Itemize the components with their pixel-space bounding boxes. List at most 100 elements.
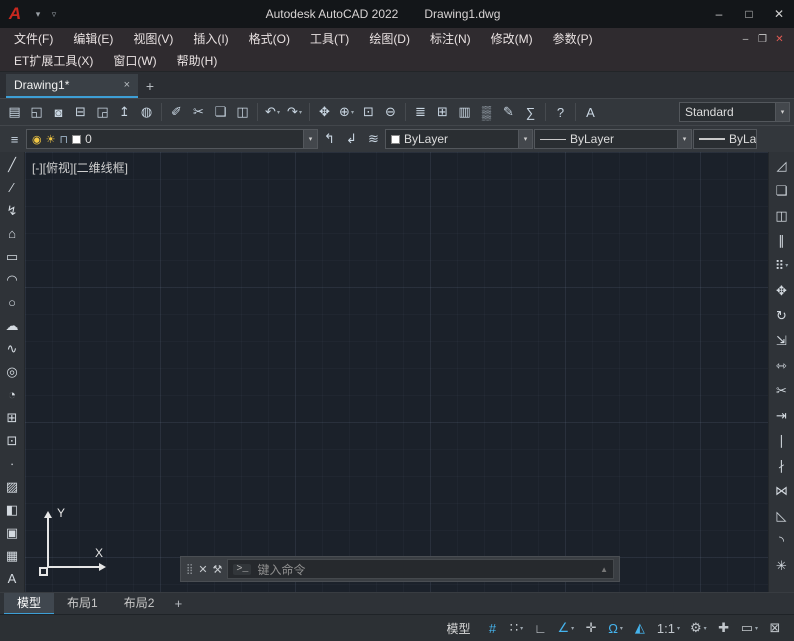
new-layout-button[interactable]: + bbox=[167, 596, 189, 611]
move-icon[interactable]: ✥ bbox=[771, 279, 792, 302]
plot-icon[interactable]: ⊟ bbox=[70, 102, 91, 123]
grid-icon[interactable]: # bbox=[482, 618, 504, 639]
zoom-previous-icon[interactable]: ⊖ bbox=[380, 102, 401, 123]
properties-palette-icon[interactable]: ≣ bbox=[410, 102, 431, 123]
designcenter-icon[interactable]: ⊞ bbox=[432, 102, 453, 123]
annotation-monitor-icon[interactable]: ✚ bbox=[713, 618, 735, 639]
multiline-text-icon[interactable]: A bbox=[2, 568, 23, 589]
text-style-combo[interactable]: Standard ▾ bbox=[679, 102, 790, 122]
line-icon[interactable]: ╱ bbox=[2, 154, 23, 175]
snap-mode-icon[interactable]: ∷▾ bbox=[506, 618, 528, 639]
polar-tracking-icon[interactable]: ∠▾ bbox=[554, 618, 579, 639]
chamfer-icon[interactable]: ◺ bbox=[771, 504, 792, 527]
insert-block-icon[interactable]: ⊞ bbox=[2, 407, 23, 428]
dropdown-caret-icon[interactable]: ▾ bbox=[785, 262, 788, 269]
markup-icon[interactable]: ✎ bbox=[498, 102, 519, 123]
zoom-window-icon[interactable]: ⊡ bbox=[358, 102, 379, 123]
dropdown-caret-icon[interactable]: ▾ bbox=[571, 625, 574, 632]
text-style-icon[interactable]: A bbox=[580, 102, 601, 123]
dropdown-caret-icon[interactable]: ▾ bbox=[620, 625, 623, 632]
pan-icon[interactable]: ✥ bbox=[314, 102, 335, 123]
make-block-icon[interactable]: ⊡ bbox=[2, 430, 23, 451]
doc-close-button[interactable]: ✕ bbox=[771, 34, 788, 45]
polygon-icon[interactable]: ⌂ bbox=[2, 223, 23, 244]
break-icon[interactable]: ∤ bbox=[771, 454, 792, 477]
join-icon[interactable]: ⋈ bbox=[771, 479, 792, 502]
tool-palettes-icon[interactable]: ▥ bbox=[454, 102, 475, 123]
zoom-realtime-icon[interactable]: ⊕▾ bbox=[336, 102, 357, 123]
autocad-logo-icon[interactable]: A bbox=[0, 0, 30, 28]
extend-icon[interactable]: ⇥ bbox=[771, 404, 792, 427]
fillet-icon[interactable]: ◝ bbox=[771, 529, 792, 552]
copy-object-icon[interactable]: ❏ bbox=[771, 179, 792, 202]
new-file-icon[interactable]: ▤ bbox=[4, 102, 25, 123]
dropdown-caret-icon[interactable]: ▾ bbox=[351, 109, 354, 116]
menu-tools[interactable]: 工具(T) bbox=[300, 28, 359, 50]
layer-previous-icon[interactable]: ↲ bbox=[341, 129, 362, 150]
maximize-button[interactable]: □ bbox=[734, 0, 764, 28]
explode-icon[interactable]: ✳ bbox=[771, 554, 792, 577]
trim-icon[interactable]: ✂ bbox=[771, 379, 792, 402]
dropdown-caret-icon[interactable]: ▾ bbox=[520, 625, 523, 632]
rotate-icon[interactable]: ↻ bbox=[771, 304, 792, 327]
doc-minimize-button[interactable]: – bbox=[737, 34, 754, 45]
command-history-arrow-icon[interactable]: ▲ bbox=[600, 565, 608, 574]
layer-dropdown-caret-icon[interactable]: ▾ bbox=[303, 130, 317, 148]
menu-help[interactable]: 帮助(H) bbox=[167, 50, 228, 72]
render-icon[interactable]: ◍ bbox=[136, 102, 157, 123]
table-icon[interactable]: ▦ bbox=[2, 545, 23, 566]
layer-states-icon[interactable]: ≋ bbox=[363, 129, 384, 150]
hatch-icon[interactable]: ▨ bbox=[2, 476, 23, 497]
break-at-point-icon[interactable]: ∣ bbox=[771, 429, 792, 452]
dropdown-caret-icon[interactable]: ▾ bbox=[277, 109, 280, 116]
make-object-layer-current-icon[interactable]: ↰ bbox=[319, 129, 340, 150]
close-button[interactable]: ✕ bbox=[764, 0, 794, 28]
copy-icon[interactable]: ❏ bbox=[210, 102, 231, 123]
layout-tab-2[interactable]: 布局2 bbox=[111, 593, 168, 615]
viewport-controls-label[interactable]: [-][俯视][二维线框] bbox=[32, 159, 128, 176]
linetype-dropdown-caret-icon[interactable]: ▾ bbox=[677, 130, 691, 148]
annotation-visibility-icon[interactable]: ◭ bbox=[629, 618, 651, 639]
open-icon[interactable]: ◱ bbox=[26, 102, 47, 123]
menu-edit[interactable]: 编辑(E) bbox=[63, 28, 123, 50]
app-menu-caret-icon[interactable]: ▾ bbox=[30, 9, 46, 20]
workspace-gear-icon[interactable]: ⚙▾ bbox=[686, 618, 711, 639]
clean-screen-icon[interactable]: ⊠ bbox=[764, 618, 786, 639]
undo-icon[interactable]: ↶▾ bbox=[262, 102, 283, 123]
layout-tab-1[interactable]: 布局1 bbox=[54, 593, 111, 615]
osnap-tracking-icon[interactable]: ✛ bbox=[580, 618, 602, 639]
lineweight-combo[interactable]: ByLayer bbox=[693, 129, 757, 149]
paste-icon[interactable]: ◫ bbox=[232, 102, 253, 123]
mirror-icon[interactable]: ◫ bbox=[771, 204, 792, 227]
menu-view[interactable]: 视图(V) bbox=[123, 28, 183, 50]
color-dropdown-caret-icon[interactable]: ▾ bbox=[518, 130, 532, 148]
stretch-icon[interactable]: ⇿ bbox=[771, 354, 792, 377]
match-properties-icon[interactable]: ✐ bbox=[166, 102, 187, 123]
ellipse-icon[interactable]: ◎ bbox=[2, 361, 23, 382]
array-icon[interactable]: ⠿▾ bbox=[771, 254, 792, 277]
save-icon[interactable]: ◙ bbox=[48, 102, 69, 123]
command-bar-grip[interactable]: ⣿ bbox=[186, 564, 193, 575]
minimize-button[interactable]: – bbox=[704, 0, 734, 28]
ellipse-arc-icon[interactable]: ◔ bbox=[2, 384, 23, 405]
sheet-set-manager-icon[interactable]: ▒ bbox=[476, 102, 497, 123]
command-input[interactable]: >_ 键入命令 ▲ bbox=[227, 559, 614, 579]
layout-tab-model[interactable]: 模型 bbox=[4, 593, 54, 615]
help-icon[interactable]: ? bbox=[550, 102, 571, 123]
style-dropdown-caret-icon[interactable]: ▾ bbox=[775, 103, 789, 121]
menu-dimension[interactable]: 标注(N) bbox=[420, 28, 481, 50]
plot-preview-icon[interactable]: ◲ bbox=[92, 102, 113, 123]
command-bar-customize-icon[interactable]: ⚒ bbox=[213, 563, 223, 576]
menu-insert[interactable]: 插入(I) bbox=[183, 28, 238, 50]
polyline-icon[interactable]: ↯ bbox=[2, 200, 23, 221]
spline-icon[interactable]: ∿ bbox=[2, 338, 23, 359]
model-space-button[interactable]: 模型 bbox=[438, 620, 480, 637]
drawing-canvas[interactable]: [-][俯视][二维线框] Y X ⣿ ✕ ⚒ >_ 键入命令 ▲ bbox=[25, 152, 768, 592]
quick-properties-icon[interactable]: ▭▾ bbox=[737, 618, 762, 639]
menu-parametric[interactable]: 参数(P) bbox=[543, 28, 603, 50]
doc-restore-button[interactable]: ❐ bbox=[754, 34, 771, 45]
scale-icon[interactable]: ⇲ bbox=[771, 329, 792, 352]
construction-line-icon[interactable]: ∕ bbox=[2, 177, 23, 198]
layer-properties-icon[interactable]: ≡ bbox=[4, 129, 25, 150]
new-drawing-tab-button[interactable]: + bbox=[138, 74, 162, 98]
